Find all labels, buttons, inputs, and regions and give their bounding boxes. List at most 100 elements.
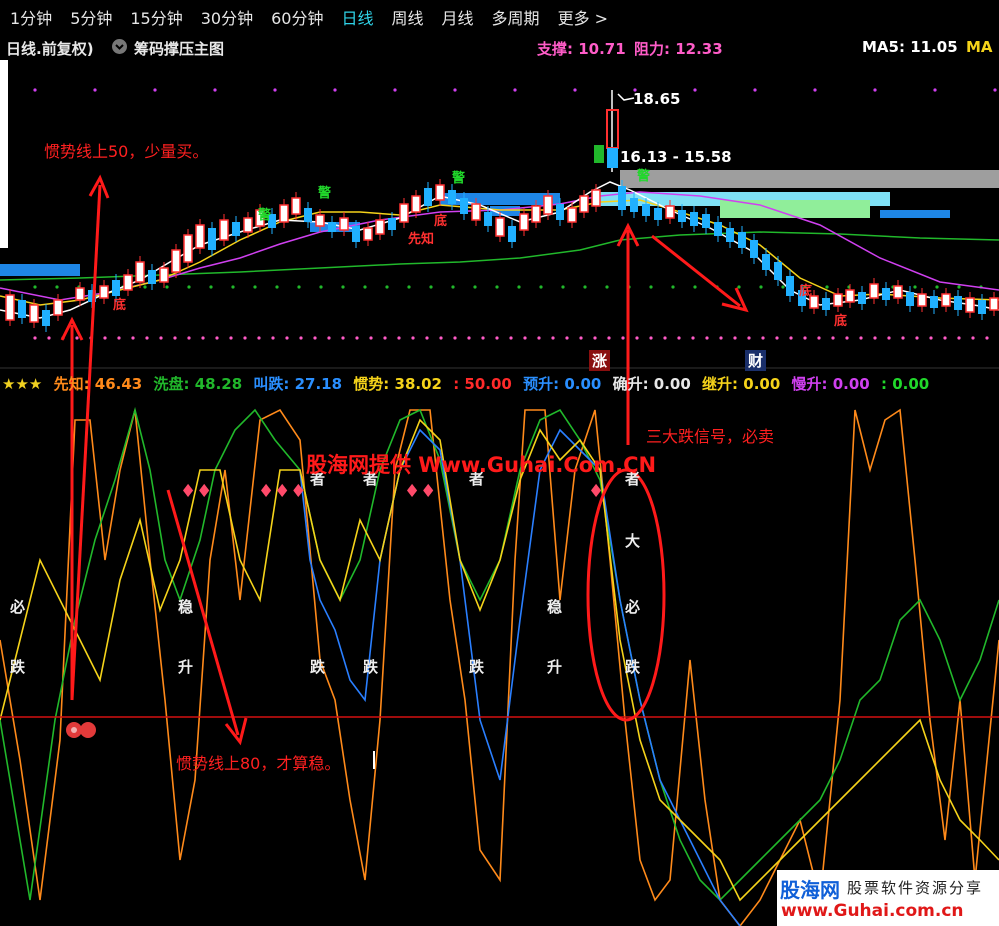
dot — [671, 285, 675, 289]
candle-body — [411, 195, 421, 213]
ind-xianzhi: 先知: 46.43 — [53, 375, 143, 393]
candle-body — [941, 293, 951, 307]
dot — [649, 336, 653, 340]
dot — [561, 285, 565, 289]
bottom-dotted-line — [33, 336, 989, 340]
candle-body — [917, 293, 927, 307]
tag-jing-4: 警 — [637, 169, 651, 184]
dot — [621, 336, 625, 340]
watermark: 股海网提供 Www.Guhai.Com.CN — [306, 453, 657, 477]
dot — [165, 285, 169, 289]
signal-bi-2: 必 — [625, 598, 641, 616]
dot — [213, 88, 217, 92]
candle-body — [148, 270, 156, 284]
dot — [971, 336, 975, 340]
dot — [187, 285, 191, 289]
diamond-icon-3: ♦♦ — [404, 481, 437, 502]
candle-body — [543, 195, 553, 215]
indicator-value-bar: ★★★ 先知: 46.43 洗盘: 48.28 叫跌: 27.18 惯势: 38… — [0, 373, 999, 395]
dot — [859, 336, 863, 340]
dot — [573, 88, 577, 92]
candle-body — [208, 228, 216, 250]
candle-body — [989, 297, 999, 311]
dot — [397, 336, 401, 340]
dot — [47, 336, 51, 340]
candle-body — [579, 195, 589, 213]
signal-die-1: 跌 — [10, 658, 26, 676]
dot — [781, 285, 785, 289]
dot — [429, 285, 433, 289]
candle-body — [531, 205, 541, 223]
price-high-mark: 18.65 — [633, 90, 681, 108]
chip-band-blue-mid — [440, 193, 560, 205]
tag-di-4: 底 — [434, 214, 448, 229]
dot — [275, 285, 279, 289]
dot — [173, 336, 177, 340]
dot — [243, 336, 247, 340]
dot — [407, 285, 411, 289]
candle-body — [519, 213, 529, 231]
dot — [513, 88, 517, 92]
dot — [271, 336, 275, 340]
dot — [383, 336, 387, 340]
signal-bi-1: 必 — [10, 598, 26, 616]
diamond-icon-1: ♦♦ — [180, 481, 213, 502]
dot — [733, 336, 737, 340]
candle-body — [195, 224, 205, 249]
dot — [993, 88, 997, 92]
dot — [509, 336, 513, 340]
event-tag-zhang[interactable]: 涨 — [589, 350, 611, 371]
candle-body — [399, 203, 409, 223]
dot — [473, 285, 477, 289]
candle-body — [642, 204, 650, 216]
oscillator-line — [0, 406, 999, 902]
annotation-bottom: 惯势线上80，才算稳。 — [176, 754, 341, 773]
ind-xipan: 洗盘: 48.28 — [153, 375, 243, 393]
candle-body — [786, 276, 794, 296]
site-badge[interactable]: 股海网 股票软件资源分享 www.Guhai.com.cn — [777, 870, 999, 926]
dot — [187, 336, 191, 340]
rating-stars: ★★★ — [2, 375, 43, 393]
text-cursor — [373, 751, 375, 769]
candle-body — [159, 267, 169, 283]
dot — [789, 336, 793, 340]
chip-band-blue-right — [880, 210, 950, 218]
dot — [537, 336, 541, 340]
candle-body — [75, 287, 85, 301]
dot — [481, 336, 485, 340]
dot — [635, 336, 639, 340]
candle-body — [471, 203, 481, 221]
badge-slogan: 股票软件资源分享 — [847, 879, 984, 897]
candle-body — [774, 262, 782, 280]
dot — [333, 88, 337, 92]
dot — [369, 336, 373, 340]
top-dotted-line — [33, 88, 997, 92]
candle-body — [460, 198, 468, 214]
dot — [313, 336, 317, 340]
candle-body — [448, 190, 456, 204]
event-tag-cai[interactable]: 财 — [745, 350, 767, 371]
badge-url: www.Guhai.com.cn — [781, 901, 964, 921]
dot — [693, 88, 697, 92]
dot — [297, 285, 301, 289]
dot — [565, 336, 569, 340]
candle-body — [762, 254, 770, 270]
dot — [425, 336, 429, 340]
dot — [231, 285, 235, 289]
candle-body — [339, 217, 349, 231]
candle-body — [232, 222, 240, 236]
diamond-icon-2: ♦♦♦ — [258, 481, 307, 502]
candle-body — [424, 188, 432, 206]
diamond-icon-4: ♦ — [588, 481, 605, 502]
tag-jing-1: 警 — [318, 186, 332, 201]
candle-body — [665, 205, 675, 219]
dot — [775, 336, 779, 340]
signal-wen-2: 稳 — [547, 598, 563, 616]
dot — [915, 336, 919, 340]
candle-body — [930, 296, 938, 308]
candle-body — [750, 240, 758, 258]
candle-body — [858, 292, 866, 304]
candle-body — [714, 222, 722, 236]
dot — [143, 285, 147, 289]
candle-body — [99, 285, 109, 299]
